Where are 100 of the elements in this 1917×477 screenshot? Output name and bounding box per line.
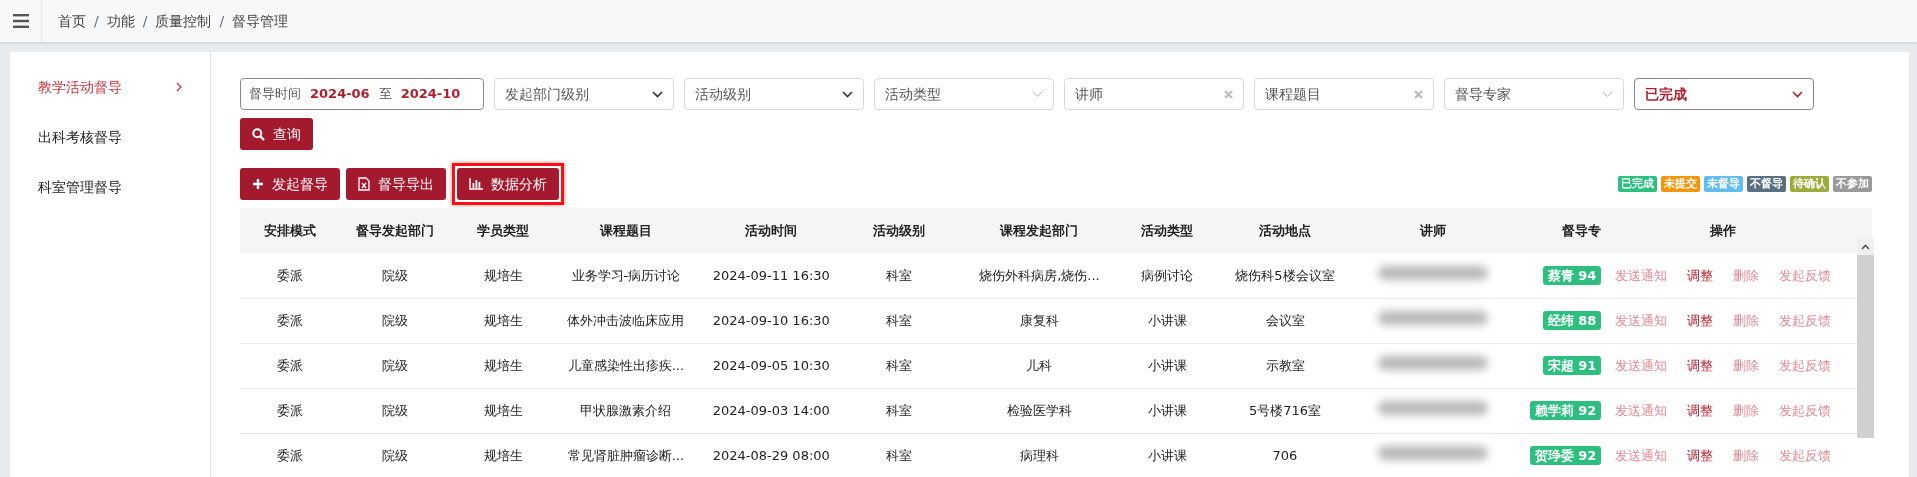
column-header: 讲师 (1419, 222, 1446, 238)
chevron-down-icon (1602, 90, 1613, 98)
table-cell: 科室 (886, 312, 913, 328)
breadcrumb-link[interactable]: 首页 (58, 10, 86, 32)
chevron-icon (176, 82, 182, 92)
scrollbar[interactable] (1857, 238, 1874, 438)
action-link[interactable]: 调整 (1687, 267, 1714, 283)
sidebar-item[interactable]: 科室管理督导 (10, 162, 210, 212)
status-tag: 不督导 (1747, 176, 1786, 192)
scroll-up-icon[interactable] (1861, 243, 1870, 250)
table-cell: 儿童感染性出疹疾... (567, 357, 685, 373)
table-cell: 科室 (886, 357, 913, 373)
table-cell: 会议室 (1265, 312, 1305, 328)
column-header: 学员类型 (477, 222, 530, 238)
column-header: 活动类型 (1141, 222, 1194, 238)
input-field[interactable]: 讲师 (1064, 78, 1244, 110)
input-field[interactable]: 课程题目 (1254, 78, 1434, 110)
table-cell: 小讲课 (1147, 312, 1187, 328)
column-header: 活动级别 (873, 222, 926, 238)
table-cell: 院级 (382, 447, 409, 463)
score-tag: 贺琤委 92 (1529, 445, 1602, 465)
status-tag: 未督导 (1704, 176, 1743, 192)
table-cell: 委派 (277, 402, 304, 418)
score-tag: 赖学莉 92 (1529, 400, 1602, 420)
table-cell: 2024-09-10 16:30 (712, 312, 830, 328)
table-cell: 院级 (382, 402, 409, 418)
status-tag: 待确认 (1790, 176, 1829, 192)
select-field[interactable]: 活动类型 (874, 78, 1054, 110)
action-link[interactable]: 调整 (1687, 312, 1714, 328)
table-cell: 委派 (277, 357, 304, 373)
table-cell: 院级 (382, 312, 409, 328)
date-range-field[interactable]: 督导时间 2024-06 至 2024-10 (240, 78, 484, 110)
table-cell: 706 (1272, 447, 1298, 463)
table-cell: 2024-08-29 08:00 (712, 447, 830, 463)
file-icon (358, 177, 370, 191)
search-icon (252, 127, 265, 141)
breadcrumb-link[interactable]: 质量控制 (155, 10, 212, 32)
status-tag: 未提交 (1661, 176, 1700, 192)
table-cell: 业务学习-病历讨论 (571, 267, 681, 283)
table-cell: 规培生 (483, 312, 523, 328)
table-cell: 2024-09-11 16:30 (712, 267, 830, 283)
table-cell: 小讲课 (1147, 447, 1187, 463)
chevron-down-icon (1792, 90, 1803, 98)
table-cell: 5号楼716室 (1248, 402, 1322, 418)
column-header: 督导发起部门 (356, 222, 435, 238)
status-tag: 不参加 (1833, 176, 1872, 192)
breadcrumb-link[interactable]: 督导管理 (232, 10, 289, 32)
table-cell: 常见肾脏肿瘤诊断... (567, 447, 685, 463)
table-cell: 规培生 (483, 402, 523, 418)
table-cell: 规培生 (483, 447, 523, 463)
table-cell: 小讲课 (1147, 357, 1187, 373)
table-cell: 病例讨论 (1141, 267, 1194, 283)
breadcrumb-separator: / (94, 11, 99, 31)
clear-icon[interactable] (1224, 89, 1233, 99)
action-button[interactable]: 发起督导 (240, 168, 340, 200)
clear-icon[interactable] (1414, 89, 1423, 99)
table-cell: 科室 (886, 402, 913, 418)
sidebar-item[interactable]: 教学活动督导 (10, 62, 210, 112)
column-header: 课程发起部门 (1000, 222, 1079, 238)
column-header: 督导专 (1562, 222, 1602, 238)
score-tag: 蔡青 94 (1542, 265, 1602, 285)
sidebar-item[interactable]: 出科考核督导 (10, 112, 210, 162)
column-header: 活动时间 (745, 222, 798, 238)
action-link[interactable]: 调整 (1687, 357, 1714, 373)
select-field[interactable]: 已完成 (1634, 78, 1814, 110)
table-cell: 烧伤外科病房,烧伤... (979, 267, 1100, 283)
action-link[interactable]: 调整 (1687, 402, 1714, 418)
select-field[interactable]: 活动级别 (684, 78, 864, 110)
table-cell: 体外冲击波临床应用 (567, 312, 685, 328)
score-tag: 宋超 91 (1542, 355, 1602, 375)
table-cell: 小讲课 (1147, 402, 1187, 418)
plus-icon (252, 178, 264, 190)
column-header: 操作 (1710, 222, 1737, 238)
table-cell: 科室 (886, 447, 913, 463)
table-cell: 2024-09-03 14:00 (712, 402, 830, 418)
breadcrumb-link[interactable]: 功能 (106, 10, 135, 32)
search-button[interactable]: 查询 (240, 118, 313, 150)
select-field[interactable]: 督导专家 (1444, 78, 1624, 110)
table-cell: 委派 (277, 447, 304, 463)
menu-icon[interactable] (12, 14, 29, 28)
action-button[interactable]: 督导导出 (346, 168, 446, 200)
table-cell: 科室 (886, 267, 913, 283)
select-field[interactable]: 发起部门级别 (494, 78, 674, 110)
column-header: 安排模式 (264, 222, 317, 238)
table-cell: 病理科 (1019, 447, 1059, 463)
table-cell: 规培生 (483, 267, 523, 283)
breadcrumb-separator: / (219, 11, 225, 31)
table-cell: 检验医学科 (1006, 402, 1072, 418)
status-tag: 已完成 (1618, 176, 1657, 192)
action-link[interactable]: 调整 (1687, 447, 1714, 463)
table-cell: 2024-09-05 10:30 (712, 357, 830, 373)
table-cell: 规培生 (483, 357, 523, 373)
table-cell: 示教室 (1265, 357, 1305, 373)
chevron-down-icon (652, 90, 663, 98)
table-cell: 院级 (382, 267, 409, 283)
column-header: 课程题目 (599, 222, 652, 238)
action-button[interactable]: 数据分析 (457, 168, 559, 200)
score-tag: 经纬 88 (1542, 310, 1602, 330)
table-cell: 院级 (382, 357, 409, 373)
table-cell: 儿科 (1026, 357, 1053, 373)
